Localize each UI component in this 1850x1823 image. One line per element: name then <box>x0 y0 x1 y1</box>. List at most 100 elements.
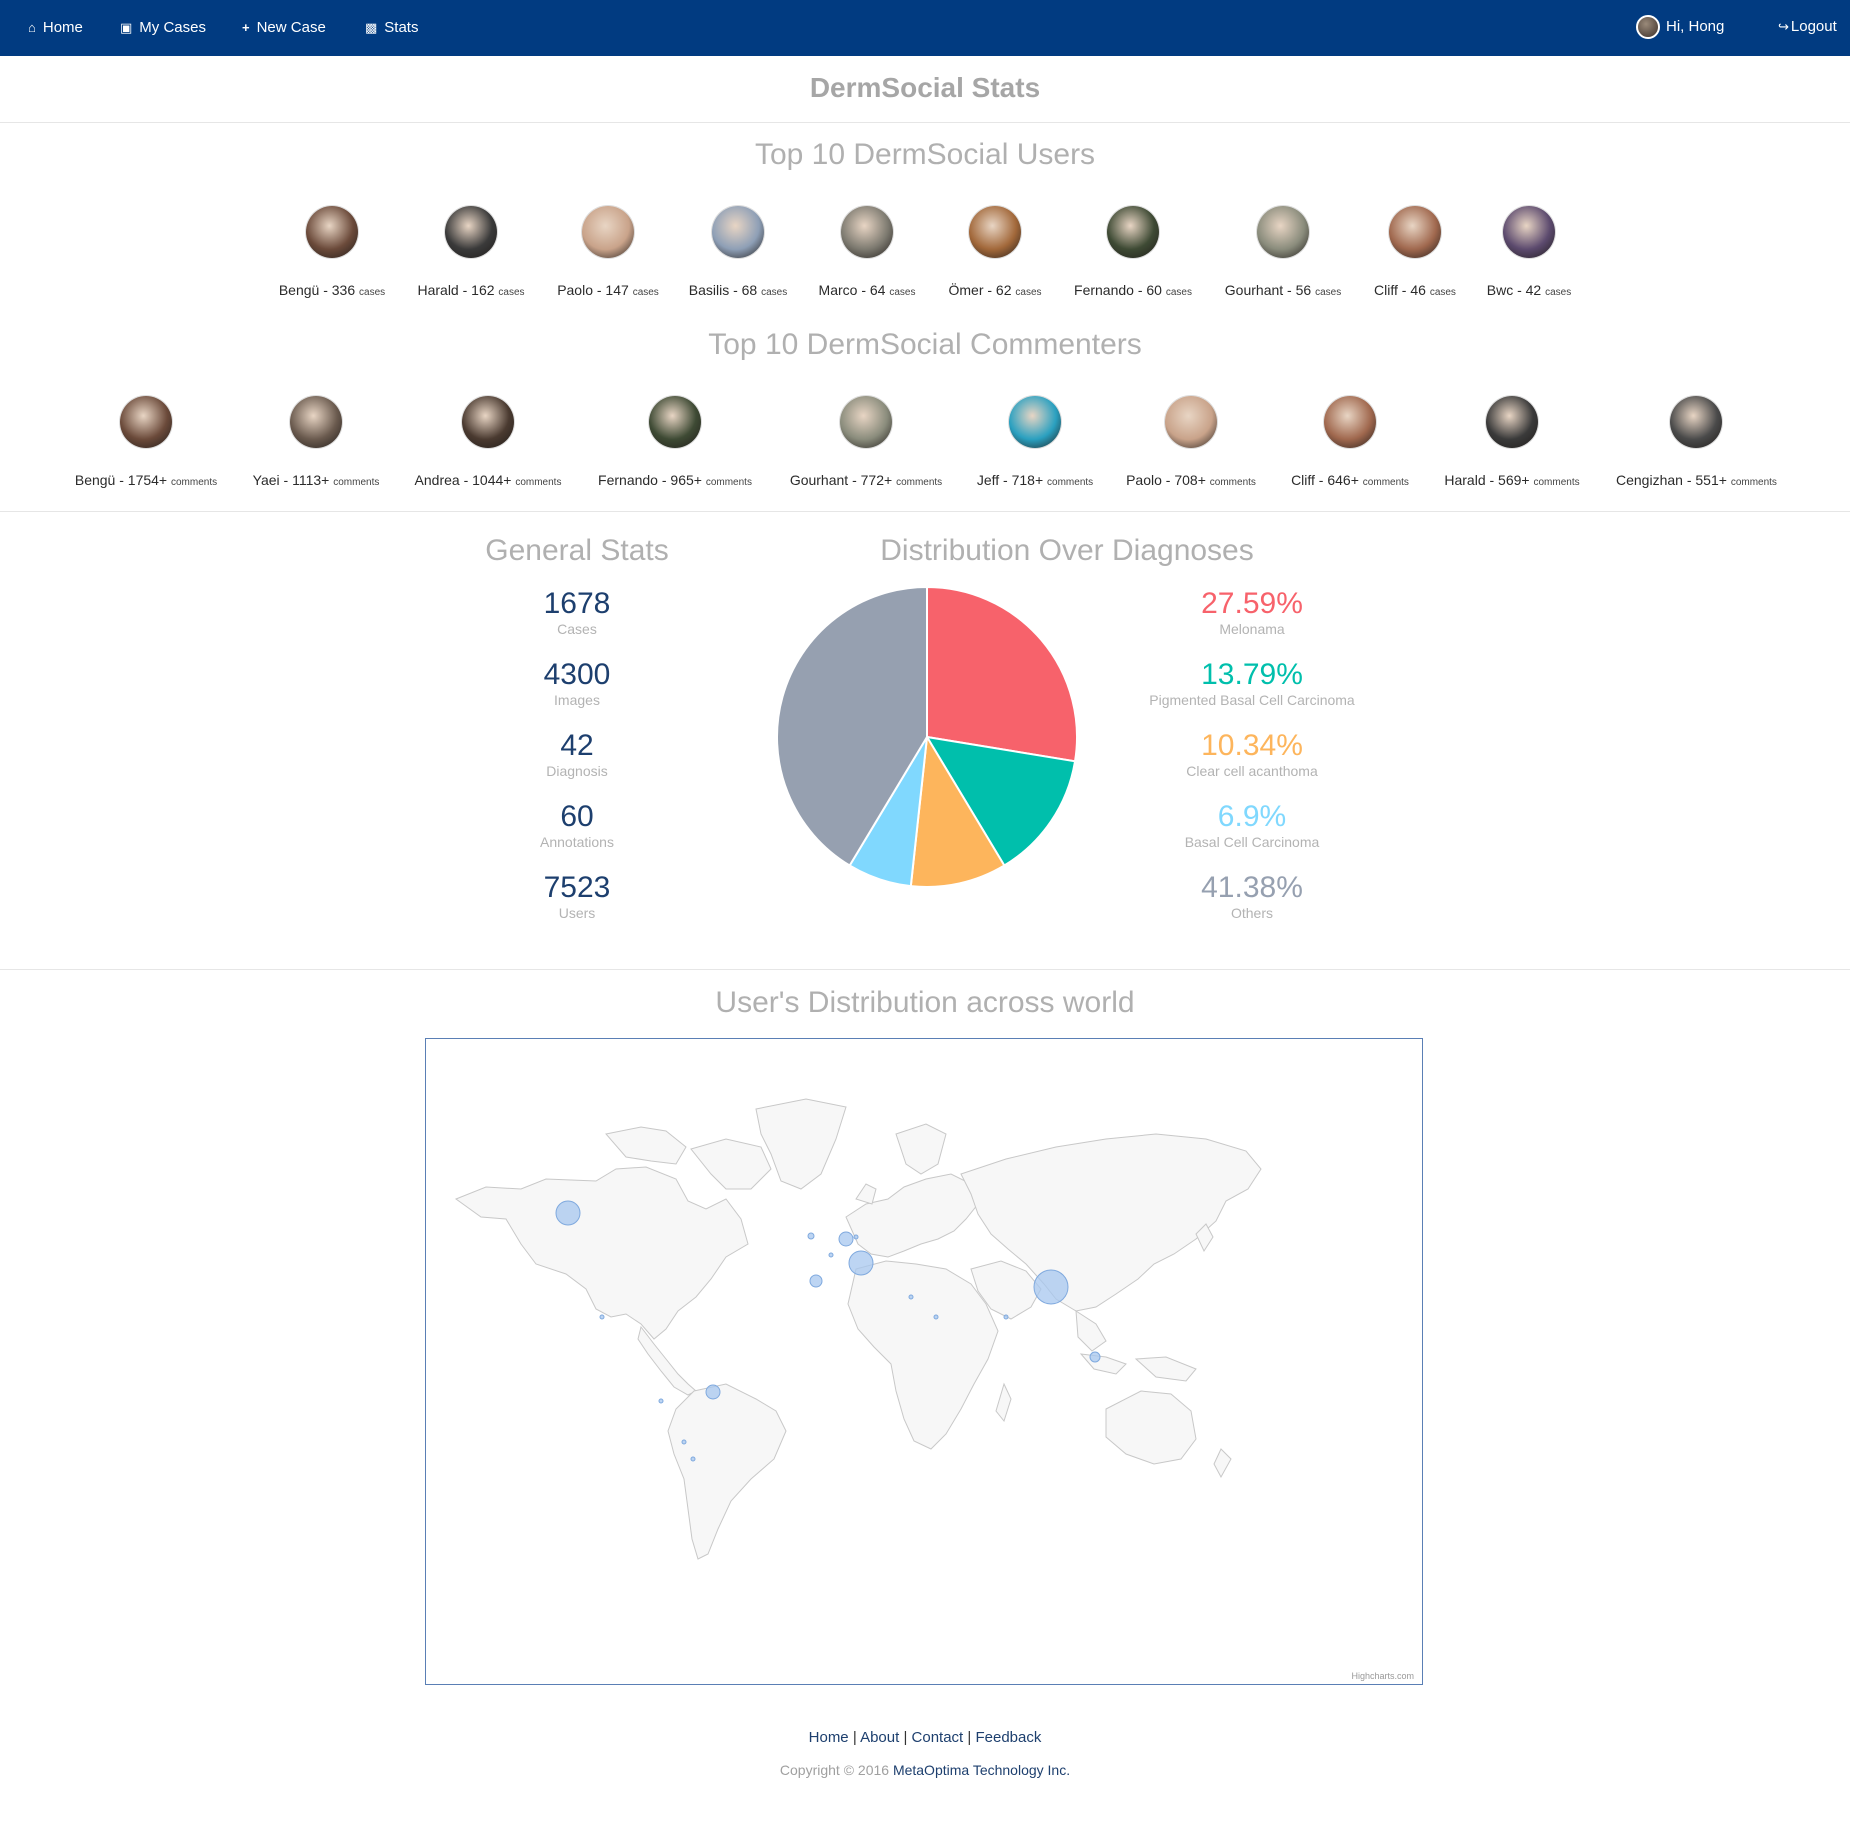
top-user[interactable]: Bwc - 42 cases <box>1449 206 1609 298</box>
avatar[interactable] <box>1486 396 1538 448</box>
top-commenter[interactable]: Gourhant - 772+ comments <box>786 396 946 488</box>
top-commenter[interactable]: Paolo - 708+ comments <box>1111 396 1271 488</box>
footer-separator: | <box>852 1729 861 1746</box>
top-commenters-title: Top 10 DermSocial Commenters <box>708 328 1142 361</box>
stat-label: Diagnosis <box>546 763 608 779</box>
top-commenter[interactable]: Cliff - 646+ comments <box>1270 396 1430 488</box>
avatar[interactable] <box>1009 396 1061 448</box>
nav-new-case[interactable]: + New Case <box>242 14 326 42</box>
top-user[interactable]: Harald - 162 cases <box>391 206 551 298</box>
avatar[interactable] <box>649 396 701 448</box>
person-caption: Harald - 569+ comments <box>1432 472 1592 488</box>
footer-about-link[interactable]: About <box>860 1729 899 1746</box>
top-navbar: ⌂ Home ▣ My Cases + New Case ▩ Stats Hi, Hon… <box>0 0 1850 56</box>
person-caption: Gourhant - 772+ comments <box>786 472 946 488</box>
top-commenter[interactable]: Andrea - 1044+ comments <box>408 396 568 488</box>
copyright-text: Copyright © 2016 <box>779 1762 890 1778</box>
person-count-label: Yaei - 1113+ <box>252 472 330 488</box>
nav-home[interactable]: ⌂ Home <box>28 14 83 42</box>
avatar[interactable] <box>1389 206 1441 258</box>
top-commenter[interactable]: Cengizhan - 551+ comments <box>1616 396 1777 488</box>
count-unit: cases <box>1015 287 1042 298</box>
top-user[interactable]: Bengü - 336 cases <box>252 206 412 298</box>
nav-my-cases-label: My Cases <box>139 19 206 36</box>
avatar[interactable] <box>712 206 764 258</box>
person-caption: Bengü - 1754+ comments <box>66 472 226 488</box>
stat-item: 60 Annotations <box>477 800 677 850</box>
bar-chart-icon: ▩ <box>365 20 378 35</box>
person-count-label: Gourhant - 56 <box>1224 282 1312 298</box>
count-unit: comments <box>1362 477 1409 488</box>
distribution-label: Basal Cell Carcinoma <box>1184 834 1320 850</box>
person-count-label: Bengü - 336 <box>278 282 356 298</box>
person-caption: Cengizhan - 551+ comments <box>1616 472 1777 488</box>
nav-stats[interactable]: ▩ Stats <box>365 14 418 42</box>
map-credit[interactable]: Highcharts.com <box>1351 1671 1414 1681</box>
distribution-legend-item: 6.9% Basal Cell Carcinoma <box>1102 800 1402 850</box>
top-commenter[interactable]: Harald - 569+ comments <box>1432 396 1592 488</box>
world-map-svg <box>454 1098 1262 1560</box>
footer-contact-link[interactable]: Contact <box>912 1729 964 1746</box>
person-caption: Cliff - 646+ comments <box>1270 472 1430 488</box>
world-map-title: User's Distribution across world <box>715 986 1135 1019</box>
footer-home-link[interactable]: Home <box>809 1729 849 1746</box>
distribution-label: Clear cell acanthoma <box>1186 763 1318 779</box>
avatar[interactable] <box>445 206 497 258</box>
avatar[interactable] <box>582 206 634 258</box>
avatar[interactable] <box>120 396 172 448</box>
footer-feedback-link[interactable]: Feedback <box>975 1729 1041 1746</box>
stat-value: 4300 <box>543 658 611 691</box>
stat-value: 42 <box>560 729 594 762</box>
distribution-legend-item: 41.38% Others <box>1102 871 1402 921</box>
distribution-legend-item: 10.34% Clear cell acanthoma <box>1102 729 1402 779</box>
avatar[interactable] <box>1107 206 1159 258</box>
person-count-label: Jeff - 718+ <box>976 472 1044 488</box>
person-caption: Bwc - 42 cases <box>1449 282 1609 298</box>
person-count-label: Cliff - 46 <box>1374 282 1426 298</box>
stat-label: Annotations <box>540 834 614 850</box>
footer-separator: | <box>967 1729 972 1746</box>
avatar[interactable] <box>290 396 342 448</box>
avatar[interactable] <box>1324 396 1376 448</box>
diagnosis-pie-chart <box>776 585 1078 888</box>
person-count-label: Fernando - 965+ <box>598 472 702 488</box>
avatar[interactable] <box>969 206 1021 258</box>
person-count-label: Gourhant - 772+ <box>789 472 893 488</box>
avatar[interactable] <box>462 396 514 448</box>
avatar[interactable] <box>1503 206 1555 258</box>
nav-logout[interactable]: ↪ Logout <box>1778 13 1837 41</box>
distribution-percent: 13.79% <box>1201 658 1303 691</box>
nav-my-cases[interactable]: ▣ My Cases <box>120 14 206 42</box>
top-commenter[interactable]: Jeff - 718+ comments <box>955 396 1115 488</box>
avatar[interactable] <box>841 206 893 258</box>
person-count-label: Harald - 162 <box>417 282 495 298</box>
avatar[interactable] <box>1257 206 1309 258</box>
avatar[interactable] <box>1165 396 1217 448</box>
nav-user-menu[interactable]: Hi, Hong <box>1636 13 1724 41</box>
count-unit: comments <box>1047 477 1094 488</box>
count-unit: cases <box>1545 287 1572 298</box>
avatar[interactable] <box>1670 396 1722 448</box>
distribution-label: Pigmented Basal Cell Carcinoma <box>1149 692 1355 708</box>
avatar[interactable] <box>840 396 892 448</box>
top-user[interactable]: Ömer - 62 cases <box>915 206 1075 298</box>
count-unit: comments <box>896 477 943 488</box>
top-commenter[interactable]: Yaei - 1113+ comments <box>236 396 396 488</box>
top-commenter[interactable]: Fernando - 965+ comments <box>595 396 755 488</box>
user-avatar <box>1636 15 1660 40</box>
user-greeting: Hi, Hong <box>1666 18 1725 35</box>
avatar[interactable] <box>306 206 358 258</box>
company-link[interactable]: MetaOptima Technology Inc. <box>893 1762 1070 1778</box>
top-commenter[interactable]: Bengü - 1754+ comments <box>66 396 226 488</box>
person-count-label: Cliff - 646+ <box>1291 472 1359 488</box>
general-stats-title: General Stats <box>485 534 669 567</box>
person-count-label: Ömer - 62 <box>948 282 1012 298</box>
briefcase-icon: ▣ <box>120 20 133 35</box>
pie-slice-melonama[interactable] <box>926 585 1078 763</box>
person-caption: Jeff - 718+ comments <box>955 472 1115 488</box>
count-unit: comments <box>171 477 218 488</box>
top-user[interactable]: Fernando - 60 cases <box>1053 206 1213 298</box>
count-unit: cases <box>761 287 788 298</box>
count-unit: cases <box>632 287 659 298</box>
distribution-percent: 10.34% <box>1201 729 1303 762</box>
